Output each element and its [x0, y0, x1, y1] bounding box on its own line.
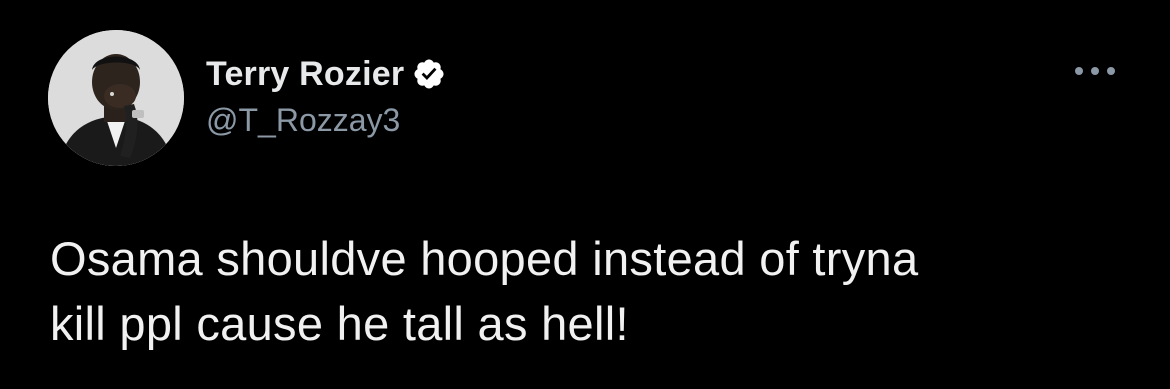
author-avatar[interactable]: [48, 30, 184, 166]
tweet-card: Terry Rozier @T_Rozzay3 Osama shouldve h…: [0, 0, 1170, 389]
author-display-name[interactable]: Terry Rozier: [206, 55, 404, 94]
author-handle[interactable]: @T_Rozzay3: [206, 102, 400, 139]
more-horizontal-icon: [1075, 67, 1115, 75]
profile-photo-icon: [48, 30, 184, 166]
author-name-row: Terry Rozier: [206, 52, 446, 96]
verified-badge-icon: [412, 57, 446, 91]
more-options-button[interactable]: [1068, 56, 1122, 86]
tweet-text: Osama shouldve hooped instead of tryna k…: [50, 232, 919, 350]
